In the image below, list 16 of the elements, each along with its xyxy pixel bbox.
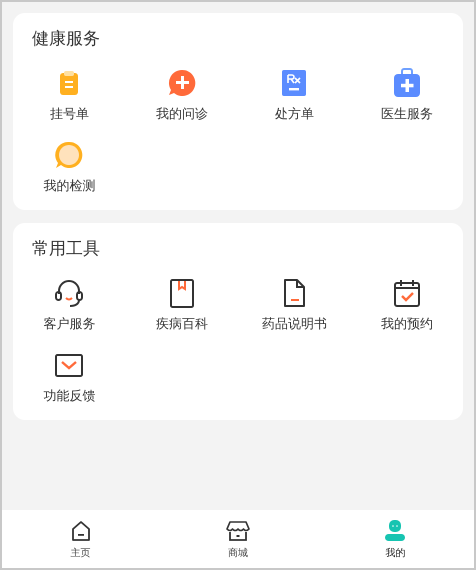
nav-tab[interactable]: 主页 [2,510,160,568]
nav-tab[interactable]: 商城 [159,510,317,568]
service-item[interactable]: 我的检测 [13,138,126,196]
headset-icon [53,277,86,309]
service-item[interactable]: 我的预约 [350,277,463,334]
service-item[interactable]: 我的问诊 [126,67,238,124]
service-item[interactable]: 处方单 [238,67,350,124]
section-title: 常用工具 [31,238,101,261]
service-item[interactable]: 医生服务 [350,67,463,124]
service-item[interactable]: 挂号单 [13,67,126,124]
service-item[interactable]: 疾病百科 [126,277,238,334]
nav-tab[interactable]: 我的 [316,510,474,568]
section-title: 健康服务 [31,28,101,51]
service-item[interactable]: 药品说明书 [238,277,350,334]
service-item[interactable]: 功能反馈 [13,348,126,406]
service-item[interactable]: 客户服务 [13,277,126,334]
